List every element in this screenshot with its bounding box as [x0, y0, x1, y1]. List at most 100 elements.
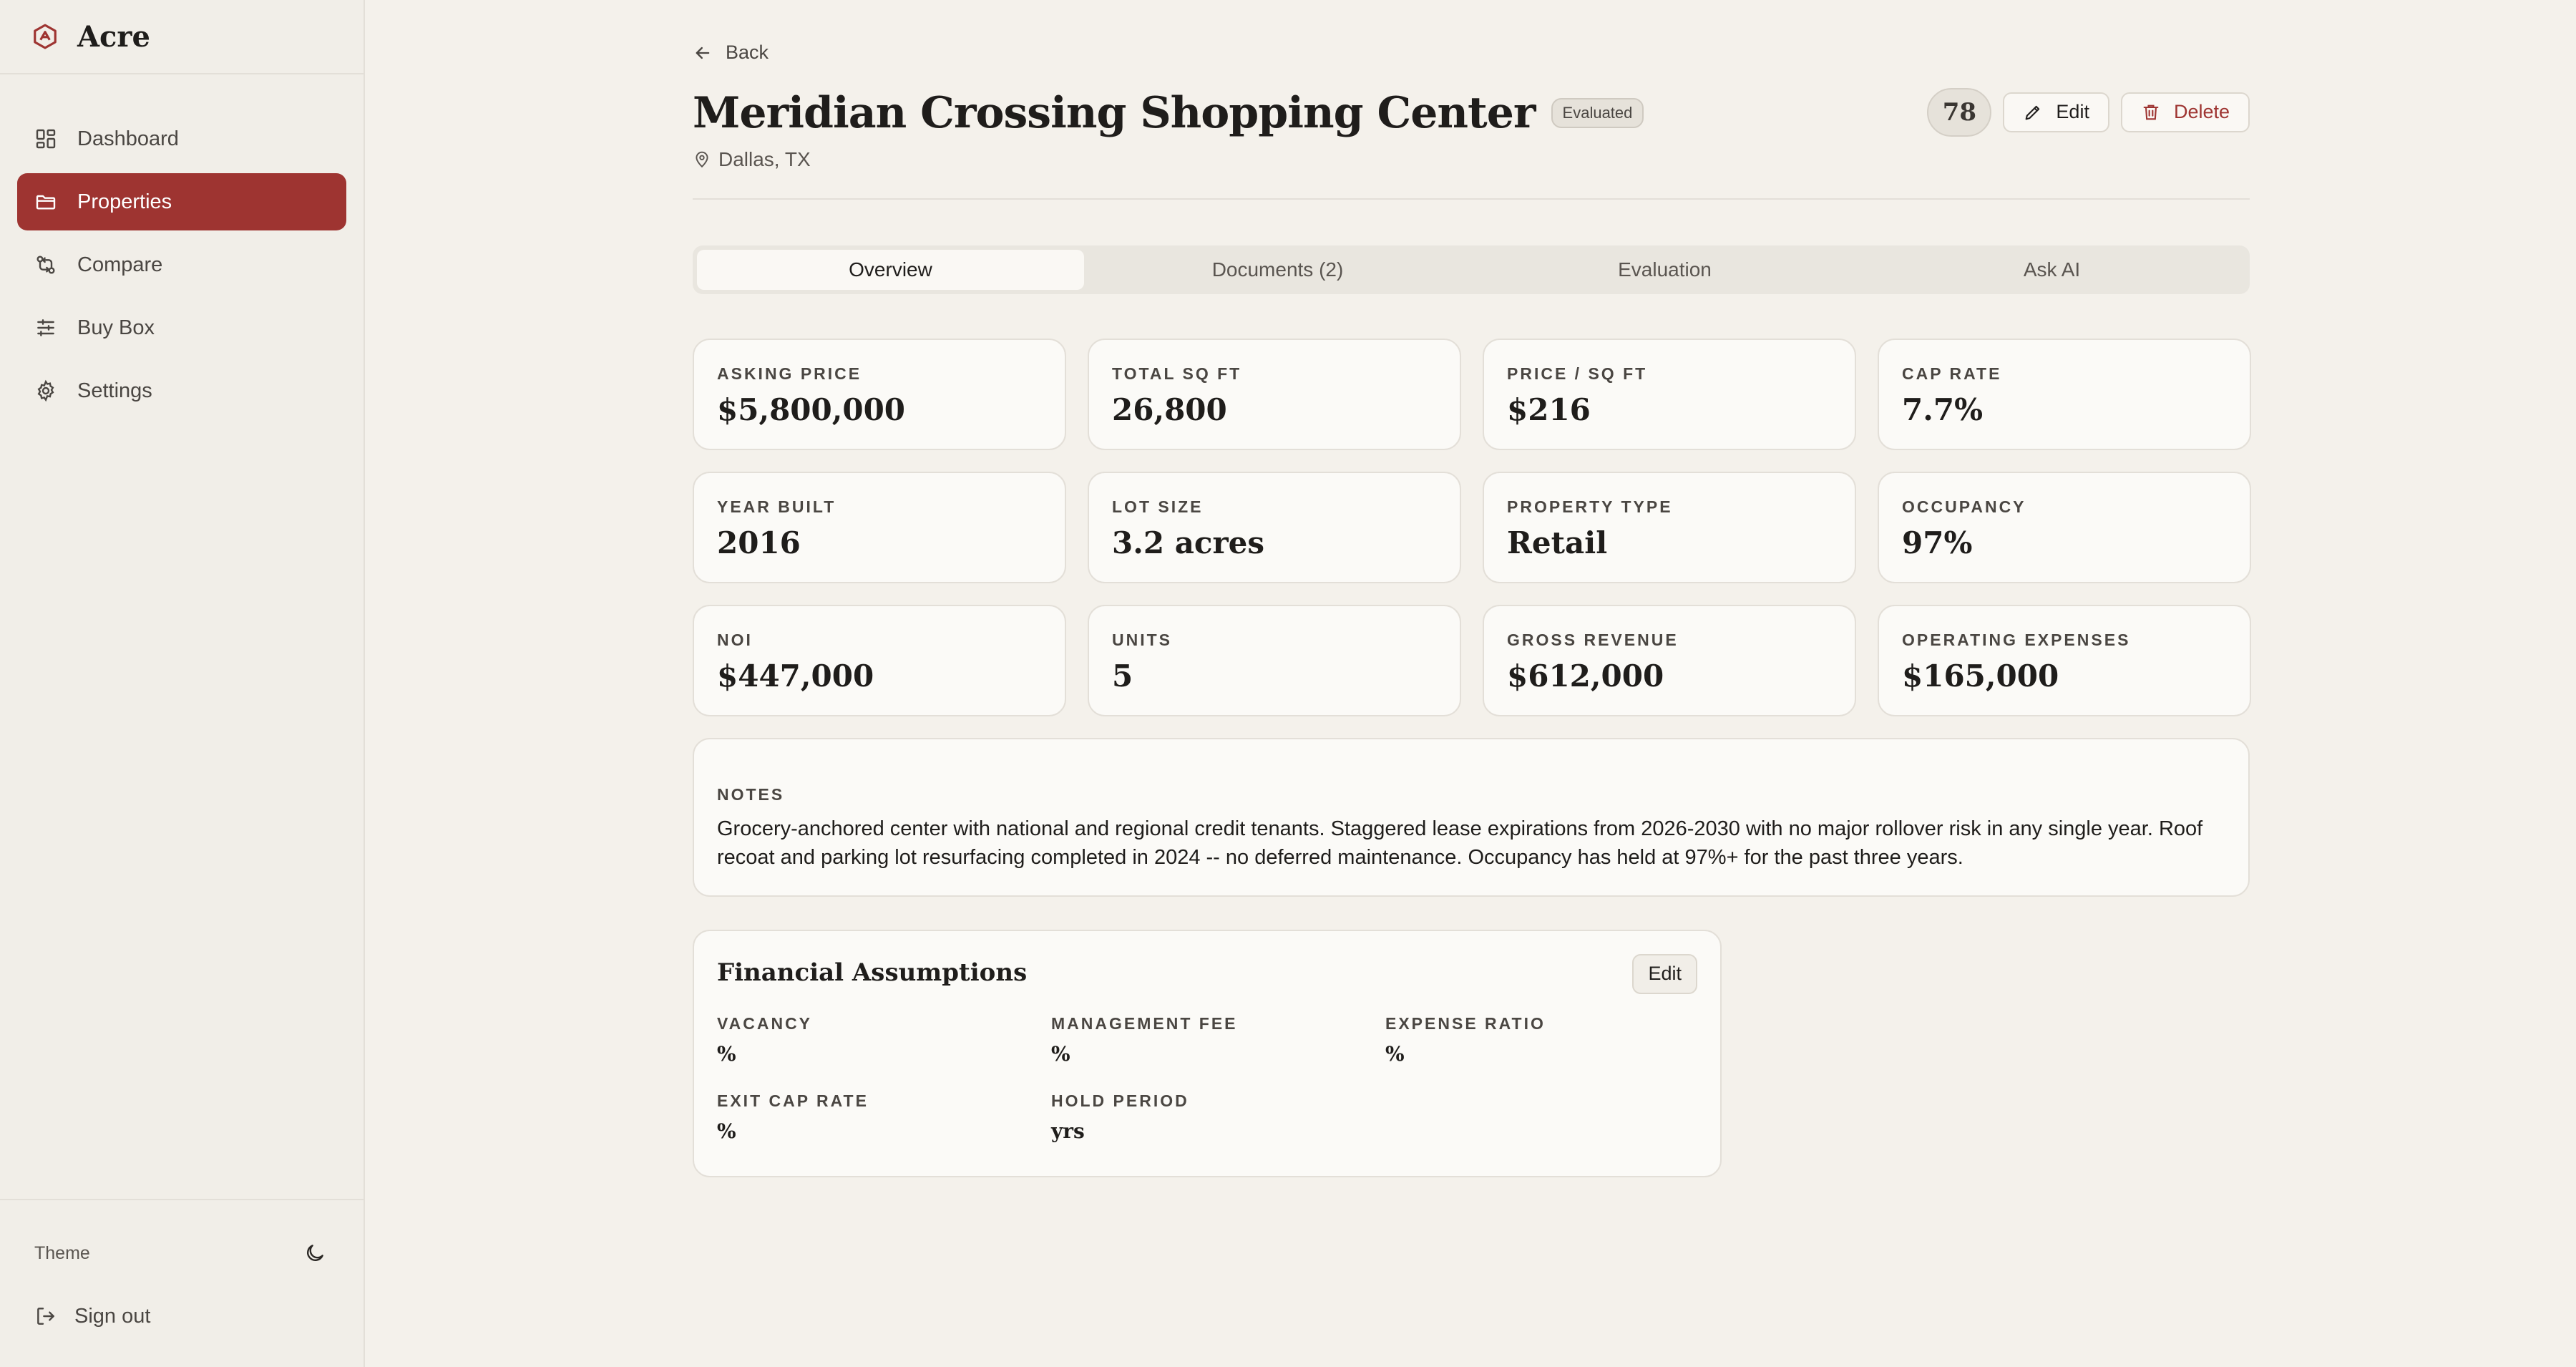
theme-label: Theme	[34, 1242, 90, 1263]
arrow-left-icon	[696, 47, 710, 59]
title-block: Meridian Crossing Shopping Center Evalua…	[693, 88, 1644, 171]
compare-icon	[34, 253, 57, 276]
metric-label: NOI	[717, 630, 753, 649]
metric-card-asking-price: ASKING PRICE $5,800,000	[693, 338, 1066, 450]
metric-label: OPERATING EXPENSES	[1902, 630, 2131, 649]
notes-label: NOTES	[717, 784, 785, 804]
metric-card-occupancy: OCCUPANCY 97%	[1878, 471, 2251, 583]
sidebar-item-label: Compare	[77, 253, 163, 276]
metric-card-units: UNITS 5	[1088, 604, 1461, 716]
metric-value: $447,000	[717, 658, 874, 694]
field-label: HOLD PERIOD	[1051, 1091, 1189, 1110]
metric-card-cap-rate: CAP RATE 7.7%	[1878, 338, 2251, 450]
field-hold-period: HOLD PERIOD yrs	[1051, 1091, 1385, 1143]
metric-label: YEAR BUILT	[717, 497, 836, 516]
page-title: Meridian Crossing Shopping Center	[693, 87, 1536, 138]
brand[interactable]: Acre	[0, 0, 364, 74]
field-label: EXIT CAP RATE	[717, 1091, 869, 1110]
metric-value: $165,000	[1902, 658, 2059, 694]
metric-card-year-built: YEAR BUILT 2016	[693, 471, 1066, 583]
metric-label: OCCUPANCY	[1902, 497, 2026, 516]
field-value: %	[1051, 1041, 1070, 1066]
back-label: Back	[726, 42, 769, 63]
back-button[interactable]: Back	[693, 42, 769, 64]
theme-row: Theme	[34, 1232, 329, 1275]
pencil-icon	[2026, 105, 2040, 120]
field-expense-ratio: EXPENSE RATIO %	[1385, 1014, 1719, 1066]
delete-button[interactable]: Delete	[2120, 92, 2250, 132]
sidebar-item-dashboard[interactable]: Dashboard	[17, 110, 346, 167]
metric-card-lot-size: LOT SIZE 3.2 acres	[1088, 471, 1461, 583]
field-value: yrs	[1051, 1119, 1085, 1143]
notes-card: NOTES Grocery-anchored center with natio…	[693, 737, 2250, 897]
tab-documents[interactable]: Documents (2)	[1084, 250, 1471, 290]
page-header: Meridian Crossing Shopping Center Evalua…	[693, 87, 2250, 171]
field-label: VACANCY	[717, 1013, 813, 1033]
sign-out-button[interactable]: Sign out	[34, 1295, 329, 1338]
financial-assumptions-title: Financial Assumptions	[717, 958, 1028, 987]
financial-fields: VACANCY % MANAGEMENT FEE % EXPENSE RATIO…	[717, 1014, 1697, 1143]
metric-card-operating-expenses: OPERATING EXPENSES $165,000	[1878, 604, 2251, 716]
folder-icon	[34, 190, 57, 213]
tab-evaluation[interactable]: Evaluation	[1471, 250, 1858, 290]
sidebar-item-label: Dashboard	[77, 127, 179, 150]
metric-label: PROPERTY TYPE	[1507, 497, 1673, 516]
score-badge: 78	[1927, 87, 1992, 137]
metric-value: 2016	[717, 525, 801, 560]
metric-label: PRICE / SQ FT	[1507, 364, 1648, 383]
metric-label: ASKING PRICE	[717, 364, 862, 383]
sidebar-item-label: Buy Box	[77, 316, 155, 339]
field-management-fee: MANAGEMENT FEE %	[1051, 1014, 1385, 1066]
sidebar-item-label: Properties	[77, 190, 172, 213]
sidebar-item-label: Settings	[77, 379, 152, 402]
metric-card-property-type: PROPERTY TYPE Retail	[1483, 471, 1856, 583]
metric-card-price-per-sq-ft: PRICE / SQ FT $216	[1483, 338, 1856, 450]
metric-card-total-sq-ft: TOTAL SQ FT 26,800	[1088, 338, 1461, 450]
metric-value: 7.7%	[1902, 391, 1983, 427]
sidebar-item-settings[interactable]: Settings	[17, 362, 346, 419]
tab-ask-ai[interactable]: Ask AI	[1858, 250, 2245, 290]
sidebar-nav: Dashboard Properties Compare Buy Box Set…	[0, 74, 364, 419]
metric-label: TOTAL SQ FT	[1112, 364, 1242, 383]
header-divider	[693, 198, 2250, 200]
tab-bar: Overview Documents (2) Evaluation Ask AI	[693, 245, 2250, 294]
moon-icon[interactable]	[301, 1239, 329, 1268]
trash-icon	[2143, 104, 2159, 120]
sign-out-label: Sign out	[74, 1304, 151, 1328]
metric-value: $5,800,000	[717, 391, 906, 427]
metric-value: Retail	[1507, 525, 1608, 560]
sidebar-footer: Theme Sign out	[0, 1199, 364, 1367]
field-value: %	[717, 1041, 736, 1066]
main-content: Back Meridian Crossing Shopping Center E…	[693, 0, 2251, 1177]
status-badge: Evaluated	[1551, 97, 1644, 128]
tab-overview[interactable]: Overview	[697, 249, 1084, 290]
metric-value: 5	[1112, 658, 1133, 694]
sidebar-item-buy-box[interactable]: Buy Box	[17, 299, 346, 356]
field-label: MANAGEMENT FEE	[1051, 1013, 1238, 1033]
location: Dallas, TX	[693, 148, 1644, 171]
map-pin-icon	[696, 151, 708, 167]
metrics-grid: ASKING PRICE $5,800,000 TOTAL SQ FT 26,8…	[693, 338, 2251, 716]
sidebar: Acre Dashboard Properties Compare Buy Bo…	[0, 0, 365, 1367]
sidebar-item-properties[interactable]: Properties	[17, 173, 346, 230]
app-name: Acre	[77, 19, 150, 54]
location-text: Dallas, TX	[718, 147, 811, 170]
field-value: %	[717, 1119, 736, 1143]
metric-card-gross-revenue: GROSS REVENUE $612,000	[1483, 604, 1856, 716]
metric-label: GROSS REVENUE	[1507, 630, 1679, 649]
edit-button[interactable]: Edit	[2003, 92, 2109, 132]
header-actions: 78 Edit Delete	[1927, 87, 2250, 137]
edit-label: Edit	[2056, 101, 2089, 122]
title-row: Meridian Crossing Shopping Center Evalua…	[693, 88, 1644, 138]
financial-edit-button[interactable]: Edit	[1632, 953, 1697, 994]
financial-assumptions-card: Financial Assumptions Edit VACANCY % MAN…	[693, 929, 1722, 1177]
notes-text: Grocery-anchored center with national an…	[717, 817, 2203, 869]
gear-icon	[34, 379, 57, 402]
acre-logo-icon	[31, 23, 59, 50]
sidebar-item-compare[interactable]: Compare	[17, 236, 346, 293]
metric-value: 3.2 acres	[1112, 525, 1264, 560]
delete-label: Delete	[2173, 101, 2230, 122]
metric-label: CAP RATE	[1902, 364, 2002, 383]
dashboard-icon	[34, 127, 57, 150]
sliders-icon	[34, 316, 57, 339]
